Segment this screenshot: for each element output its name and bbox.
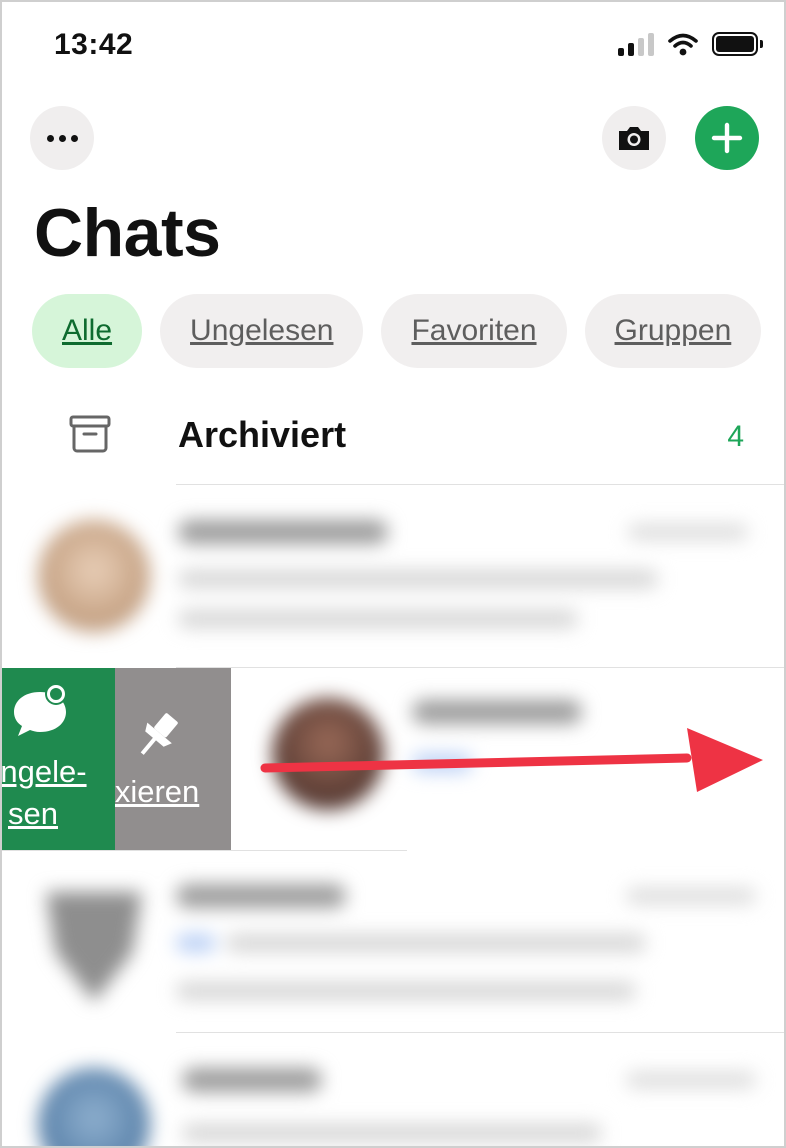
mark-unread-action[interactable]: Ungele- sen <box>2 668 115 850</box>
pin-label: Fixieren <box>115 774 200 809</box>
chat-row[interactable] <box>16 1046 776 1146</box>
divider <box>2 850 407 851</box>
mark-unread-label-line1: Ungele- <box>2 754 87 789</box>
avatar <box>38 1068 150 1146</box>
chat-preview <box>176 982 636 1000</box>
filter-chips: Alle Ungelesen Favoriten Gruppen <box>32 294 762 368</box>
chat-preview <box>178 610 578 628</box>
chat-time <box>626 1072 756 1088</box>
status-icons <box>618 32 763 56</box>
wifi-icon <box>668 33 698 56</box>
chat-row[interactable] <box>16 498 768 654</box>
chat-time <box>628 524 748 540</box>
filter-chip-unread[interactable]: Ungelesen <box>160 294 364 368</box>
filter-chip-all[interactable]: Alle <box>32 294 143 368</box>
archived-count: 4 <box>727 420 744 453</box>
chat-name <box>412 700 582 724</box>
camera-icon <box>619 127 649 150</box>
chat-name <box>178 520 388 544</box>
phone-screen: 13:42 Chats Alle Ungelesen Favoriten Gru… <box>0 0 786 1148</box>
chat-preview <box>178 570 658 588</box>
pin-icon <box>140 713 178 755</box>
chat-bubble-unread-icon <box>14 683 67 736</box>
archived-label: Archiviert <box>178 414 347 455</box>
divider <box>176 484 784 485</box>
new-chat-button[interactable] <box>695 106 759 170</box>
cellular-signal-icon <box>618 32 654 56</box>
chat-preview <box>182 1124 602 1142</box>
avatar <box>38 520 150 632</box>
chat-preview <box>176 934 216 952</box>
page-title: Chats <box>34 195 221 271</box>
camera-button[interactable] <box>602 106 666 170</box>
filter-chip-groups[interactable]: Gruppen <box>584 294 762 368</box>
chat-preview <box>226 934 646 952</box>
arrow-right-icon <box>260 728 763 792</box>
battery-icon <box>712 32 763 56</box>
pin-action[interactable]: Fixieren <box>115 668 231 850</box>
divider <box>176 667 784 668</box>
mark-unread-label-line2: sen <box>8 796 58 831</box>
chat-time <box>626 888 756 904</box>
divider <box>176 1032 784 1033</box>
chat-row[interactable] <box>16 862 776 1022</box>
more-options-button[interactable] <box>30 106 94 170</box>
filter-chip-favorites[interactable]: Favoriten <box>381 294 567 368</box>
group-logo <box>46 892 142 1002</box>
chat-name <box>176 884 346 908</box>
chat-name <box>182 1068 322 1092</box>
archive-box-icon <box>69 415 111 453</box>
plus-icon <box>711 122 743 154</box>
status-time: 13:42 <box>54 28 134 61</box>
more-horizontal-icon <box>46 134 78 142</box>
